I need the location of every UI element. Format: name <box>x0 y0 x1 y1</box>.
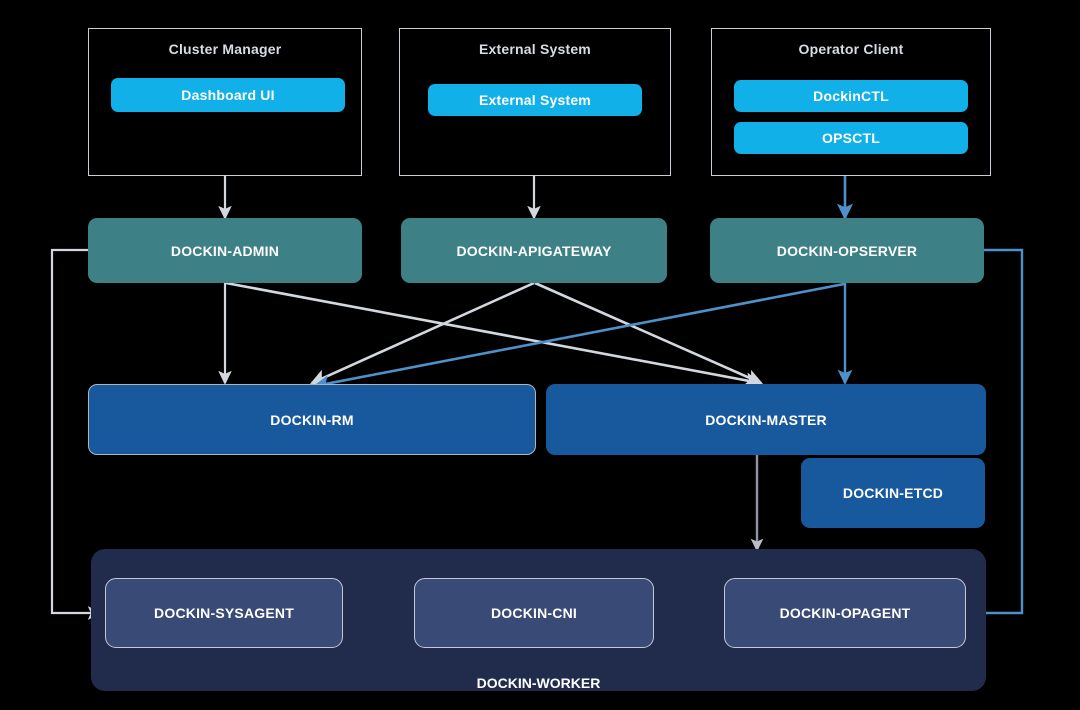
core-label: DOCKIN-ETCD <box>842 485 944 501</box>
core-label: DOCKIN-MASTER <box>705 411 827 428</box>
client-group-title: External System <box>479 41 591 57</box>
agent-dockin-cni[interactable]: DOCKIN-CNI <box>414 578 654 648</box>
chip-label: OPSCTL <box>822 130 880 146</box>
connector-opserver-to-rm <box>312 282 845 392</box>
chip-dashboard-ui[interactable]: Dashboard UI <box>111 78 345 112</box>
diagram-canvas: Cluster Manager Dashboard UI External Sy… <box>0 0 1080 710</box>
core-dockin-etcd[interactable]: DOCKIN-ETCD <box>801 458 985 528</box>
agent-label: DOCKIN-SYSAGENT <box>154 605 294 621</box>
core-dockin-master[interactable]: DOCKIN-MASTER <box>546 384 986 455</box>
worker-panel-label: DOCKIN-WORKER <box>476 675 601 691</box>
agent-label: DOCKIN-OPAGENT <box>779 605 911 621</box>
service-dockin-admin[interactable]: DOCKIN-ADMIN <box>88 218 362 283</box>
agent-label: DOCKIN-CNI <box>491 605 577 621</box>
connector-apigateway-to-master <box>534 281 764 385</box>
agent-dockin-sysagent[interactable]: DOCKIN-SYSAGENT <box>105 578 343 648</box>
chip-external-system[interactable]: External System <box>428 84 642 116</box>
service-dockin-opserver[interactable]: DOCKIN-OPSERVER <box>710 218 984 283</box>
connector-apigateway-to-rm <box>309 281 535 385</box>
agent-dockin-opagent[interactable]: DOCKIN-OPAGENT <box>724 578 966 648</box>
client-group-title: Operator Client <box>798 41 904 57</box>
core-label: DOCKIN-RM <box>270 411 354 428</box>
service-label: DOCKIN-APIGATEWAY <box>456 242 612 259</box>
service-label: DOCKIN-ADMIN <box>170 242 280 259</box>
chip-dockinctl[interactable]: DockinCTL <box>734 80 968 112</box>
core-dockin-rm[interactable]: DOCKIN-RM <box>88 384 536 455</box>
chip-opsctl[interactable]: OPSCTL <box>734 122 968 154</box>
service-dockin-apigateway[interactable]: DOCKIN-APIGATEWAY <box>401 218 667 283</box>
chip-label: DockinCTL <box>813 88 889 104</box>
client-group-title: Cluster Manager <box>168 41 282 57</box>
chip-label: External System <box>479 92 591 108</box>
chip-label: Dashboard UI <box>181 87 275 103</box>
connector-admin-to-master <box>225 281 763 389</box>
service-label: DOCKIN-OPSERVER <box>776 242 918 259</box>
